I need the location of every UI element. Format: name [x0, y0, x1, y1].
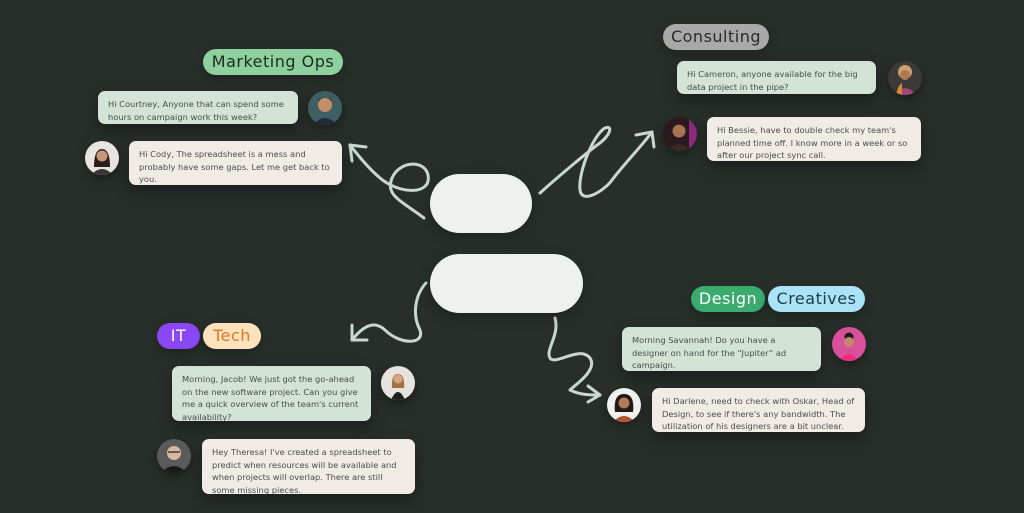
message-bubble: Hi Darlene, need to check with Oskar, He…	[652, 388, 865, 432]
woman-avatar	[607, 388, 641, 422]
person-avatar	[888, 61, 922, 95]
tag-it[interactable]: IT	[157, 323, 200, 349]
message-bubble: Hi Bessie, have to double check my team'…	[707, 117, 921, 161]
message-bubble: Hi Courtney, Anyone that can spend some …	[98, 91, 298, 124]
tag-marketing-ops[interactable]: Marketing Ops	[203, 49, 343, 75]
tag-consulting[interactable]: Consulting	[663, 24, 769, 50]
message-bubble: Morning Savannah! Do you have a designer…	[622, 327, 821, 371]
man-avatar	[663, 117, 697, 151]
tag-tech[interactable]: Tech	[203, 323, 261, 349]
tag-design[interactable]: Design	[691, 286, 765, 312]
woman-avatar	[85, 141, 119, 175]
center-node-top[interactable]	[430, 174, 532, 233]
message-bubble: Hi Cody, The spreadsheet is a mess and p…	[129, 141, 342, 185]
tag-creatives[interactable]: Creatives	[768, 286, 865, 312]
man-avatar	[157, 439, 191, 473]
message-bubble: Hey Theresa! I've created a spreadsheet …	[202, 439, 415, 495]
woman-avatar	[381, 366, 415, 400]
man-avatar	[308, 91, 342, 125]
arrow-to-consulting	[538, 125, 654, 198]
arrow-to-marketing	[348, 143, 430, 220]
arrow-to-it	[350, 281, 428, 343]
center-node-bottom[interactable]	[430, 254, 583, 313]
message-bubble: Hi Cameron, anyone available for the big…	[677, 61, 876, 94]
woman-avatar	[832, 327, 866, 361]
message-bubble: Morning, Jacob! We just got the go-ahead…	[172, 366, 371, 422]
arrow-to-design	[547, 316, 602, 397]
